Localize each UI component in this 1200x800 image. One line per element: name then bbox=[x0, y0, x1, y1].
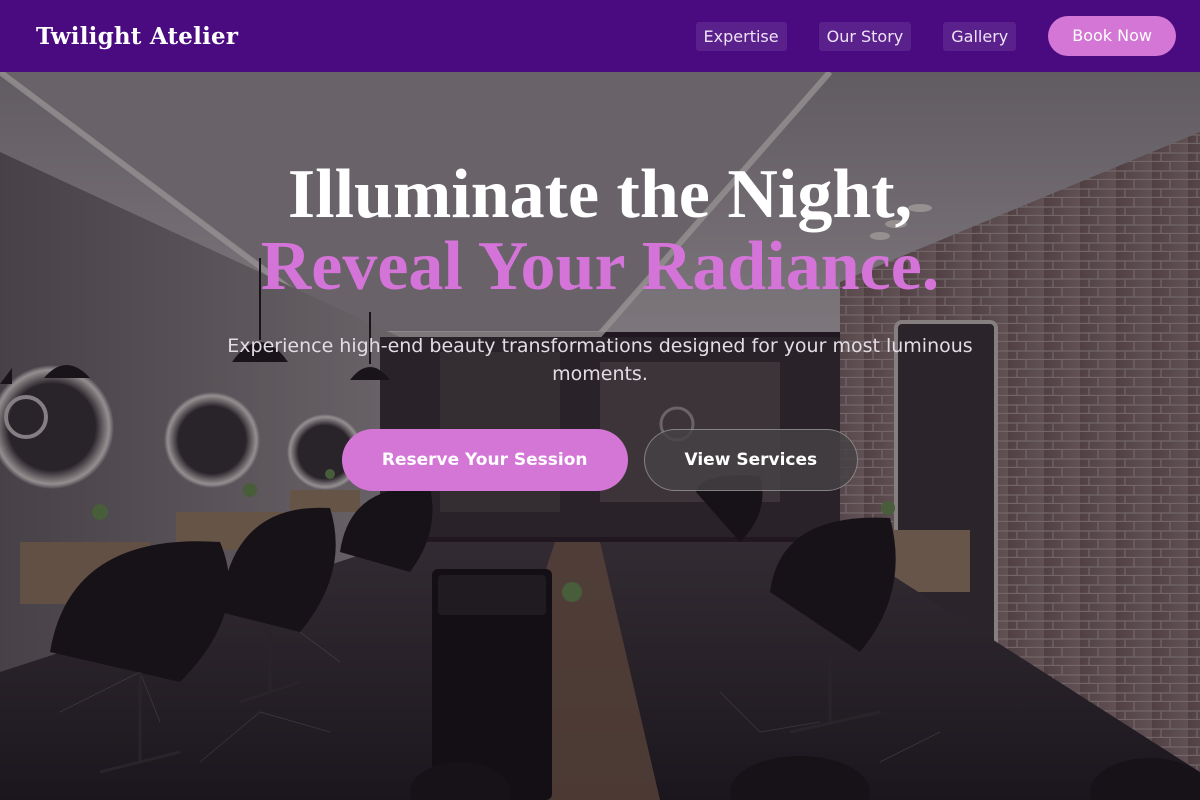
site-header: Twilight Atelier Expertise Our Story Gal… bbox=[0, 0, 1200, 72]
nav-link-our-story[interactable]: Our Story bbox=[818, 21, 912, 51]
nav-link-gallery[interactable]: Gallery bbox=[943, 21, 1017, 51]
hero-cta-group: Reserve Your Session View Services bbox=[0, 429, 1200, 491]
reserve-session-button[interactable]: Reserve Your Session bbox=[341, 429, 628, 491]
headline-line-2: Reveal Your Radiance. bbox=[260, 228, 940, 305]
view-services-button[interactable]: View Services bbox=[643, 429, 859, 491]
book-now-button[interactable]: Book Now bbox=[1048, 16, 1176, 56]
headline-line-1: Illuminate the Night, bbox=[287, 156, 913, 233]
main-nav: Expertise Our Story Gallery Book Now bbox=[695, 16, 1176, 56]
brand-logo[interactable]: Twilight Atelier bbox=[36, 23, 238, 50]
nav-link-expertise[interactable]: Expertise bbox=[695, 21, 787, 51]
hero-subtitle: Experience high-end beauty transformatio… bbox=[227, 335, 973, 385]
hero-headline: Illuminate the Night, Reveal Your Radian… bbox=[0, 160, 1200, 302]
